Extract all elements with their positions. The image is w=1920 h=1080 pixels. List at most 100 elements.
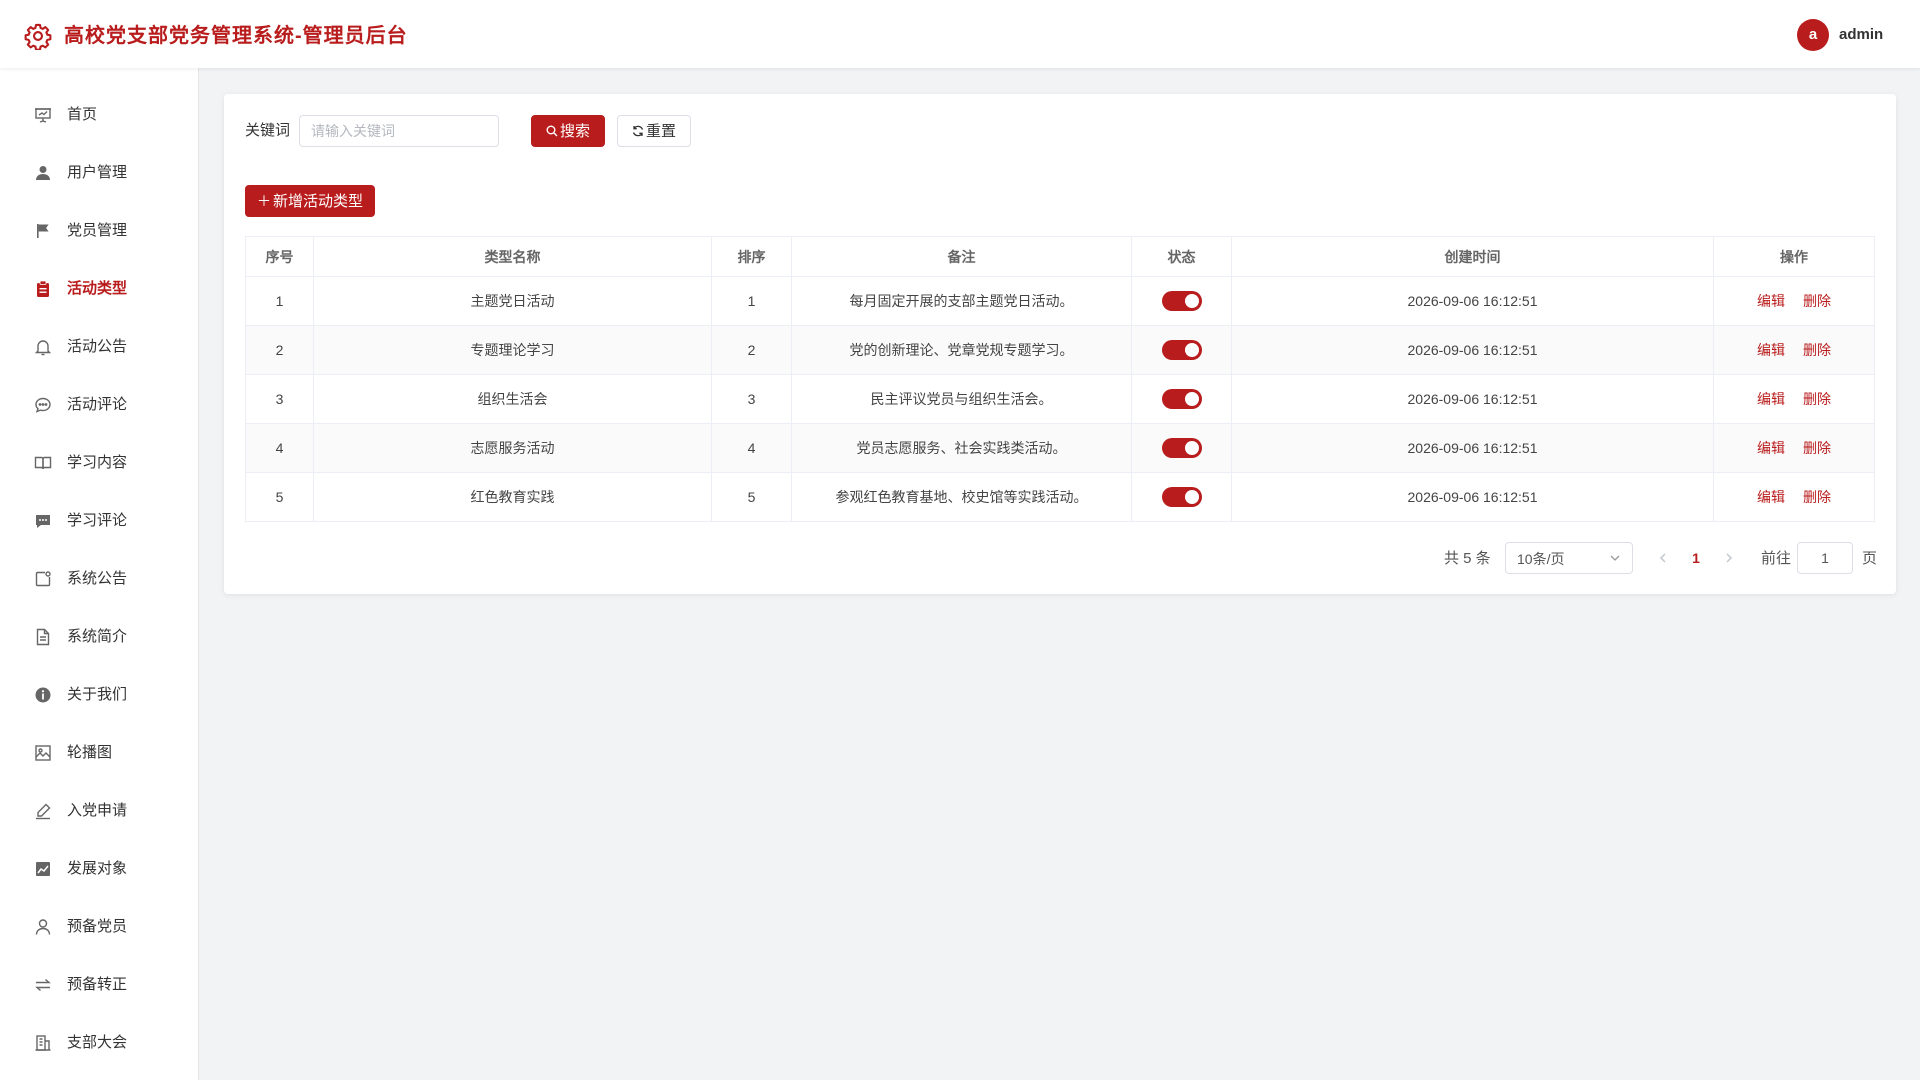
- sidebar-item-system-notices[interactable]: 系统公告: [0, 556, 199, 602]
- sidebar-item-activity-notices[interactable]: 活动公告: [0, 324, 199, 370]
- status-toggle[interactable]: [1161, 438, 1202, 458]
- cell-status: [1131, 374, 1232, 424]
- sidebar-item-member-management[interactable]: 党员管理: [0, 208, 199, 254]
- reset-button[interactable]: 重置: [617, 115, 691, 147]
- edit-pen-icon: [34, 802, 52, 820]
- edit-link[interactable]: 编辑: [1757, 489, 1785, 505]
- cell-actions: 编辑 删除: [1713, 325, 1875, 375]
- sidebar-item-home[interactable]: 首页: [0, 92, 199, 138]
- bell-icon: [34, 338, 52, 356]
- search-button-label: 搜索: [559, 123, 590, 140]
- column-header-actions: 操作: [1713, 236, 1875, 277]
- status-toggle[interactable]: [1161, 340, 1202, 360]
- cell-created: 2026-09-06 16:12:51: [1231, 423, 1714, 473]
- cell-name: 志愿服务活动: [313, 423, 712, 473]
- goto-page-input[interactable]: [1797, 542, 1853, 574]
- page-size-select[interactable]: 10条/页: [1505, 542, 1633, 574]
- image-icon: [34, 744, 52, 762]
- edit-link[interactable]: 编辑: [1757, 293, 1785, 309]
- notice-icon: [34, 570, 52, 588]
- status-toggle[interactable]: [1161, 487, 1202, 507]
- cell-sort: 1: [711, 276, 792, 326]
- sidebar-item-study-comments[interactable]: 学习评论: [0, 498, 199, 544]
- sidebar-item-party-application[interactable]: 入党申请: [0, 788, 199, 834]
- sidebar-item-label: 首页: [67, 106, 98, 123]
- cell-name: 主题党日活动: [313, 276, 712, 326]
- cell-status: [1131, 423, 1232, 473]
- sidebar-item-label: 活动评论: [67, 396, 128, 413]
- info-icon: [34, 686, 52, 704]
- delete-link[interactable]: 删除: [1803, 440, 1831, 456]
- delete-link[interactable]: 删除: [1803, 489, 1831, 505]
- app-title: 高校党支部党务管理系统-管理员后台: [64, 25, 408, 47]
- column-header-index: 序号: [245, 236, 314, 277]
- cell-created: 2026-09-06 16:12:51: [1231, 276, 1714, 326]
- sidebar-item-development-targets[interactable]: 发展对象: [0, 846, 199, 892]
- cell-name: 组织生活会: [313, 374, 712, 424]
- flag-icon: [34, 222, 52, 240]
- clipboard-icon: [34, 280, 52, 298]
- keyword-input[interactable]: [299, 115, 499, 147]
- sidebar-item-label: 学习评论: [67, 512, 128, 529]
- sidebar-item-label: 学习内容: [67, 454, 128, 471]
- book-icon: [34, 454, 52, 472]
- user-outline-icon: [34, 918, 52, 936]
- sidebar-item-study-content[interactable]: 学习内容: [0, 440, 199, 486]
- user-icon: [34, 164, 52, 182]
- cell-sort: 5: [711, 472, 792, 522]
- status-toggle[interactable]: [1161, 389, 1202, 409]
- cell-sort: 2: [711, 325, 792, 375]
- page-suffix-label: 页: [1862, 550, 1878, 567]
- search-icon: [546, 123, 558, 139]
- document-icon: [34, 628, 52, 646]
- page-number-current[interactable]: 1: [1688, 548, 1704, 568]
- delete-link[interactable]: 删除: [1803, 293, 1831, 309]
- switch-arrows-icon: [34, 976, 52, 994]
- sidebar-item-carousel[interactable]: 轮播图: [0, 730, 199, 776]
- sidebar-item-activity-comments[interactable]: 活动评论: [0, 382, 199, 428]
- cell-name: 专题理论学习: [313, 325, 712, 375]
- sidebar-item-system-intro[interactable]: 系统简介: [0, 614, 199, 660]
- add-activity-type-button[interactable]: ＋新增活动类型: [245, 185, 375, 217]
- sidebar-item-label: 预备党员: [67, 918, 128, 935]
- sidebar-item-probationary-members[interactable]: 预备党员: [0, 904, 199, 950]
- column-header-sort: 排序: [711, 236, 792, 277]
- cell-remark: 参观红色教育基地、校史馆等实践活动。: [791, 472, 1132, 522]
- sidebar-item-label: 预备转正: [67, 976, 128, 993]
- chat-bubble-icon: [34, 396, 52, 414]
- prev-page-button[interactable]: [1656, 548, 1670, 568]
- delete-link[interactable]: 删除: [1803, 342, 1831, 358]
- sidebar-item-label: 入党申请: [67, 802, 128, 819]
- sidebar-item-label: 系统简介: [67, 628, 128, 645]
- next-page-button[interactable]: [1722, 548, 1736, 568]
- presentation-icon: [34, 106, 52, 124]
- sidebar-item-activity-types[interactable]: 活动类型: [0, 266, 199, 312]
- cell-actions: 编辑 删除: [1713, 472, 1875, 522]
- cell-sort: 4: [711, 423, 792, 473]
- gear-icon: [24, 22, 52, 51]
- cell-remark: 民主评议党员与组织生活会。: [791, 374, 1132, 424]
- sidebar-item-branch-meeting[interactable]: 支部大会: [0, 1020, 199, 1066]
- cell-created: 2026-09-06 16:12:51: [1231, 472, 1714, 522]
- sidebar: 首页 用户管理 党员管理 活动类型 活动公告 活动评论 学习内容 学习评论 系统…: [0, 68, 199, 1080]
- edit-link[interactable]: 编辑: [1757, 440, 1785, 456]
- column-header-remark: 备注: [791, 236, 1132, 277]
- sidebar-item-label: 轮播图: [67, 744, 113, 761]
- keyword-label: 关键词: [245, 122, 291, 139]
- search-button[interactable]: 搜索: [531, 115, 605, 147]
- sidebar-item-label: 党员管理: [67, 222, 128, 239]
- comment-icon: [34, 512, 52, 530]
- sidebar-item-probation-conversion[interactable]: 预备转正: [0, 962, 199, 1008]
- avatar[interactable]: a: [1797, 19, 1829, 51]
- edit-link[interactable]: 编辑: [1757, 391, 1785, 407]
- username[interactable]: admin: [1839, 24, 1883, 46]
- table-row: 4 志愿服务活动 4 党员志愿服务、社会实践类活动。 2026-09-06 16…: [245, 423, 1875, 473]
- delete-link[interactable]: 删除: [1803, 391, 1831, 407]
- column-header-status: 状态: [1131, 236, 1232, 277]
- sidebar-item-about-us[interactable]: 关于我们: [0, 672, 199, 718]
- cell-index: 1: [245, 276, 314, 326]
- cell-status: [1131, 325, 1232, 375]
- status-toggle[interactable]: [1161, 291, 1202, 311]
- sidebar-item-user-management[interactable]: 用户管理: [0, 150, 199, 196]
- edit-link[interactable]: 编辑: [1757, 342, 1785, 358]
